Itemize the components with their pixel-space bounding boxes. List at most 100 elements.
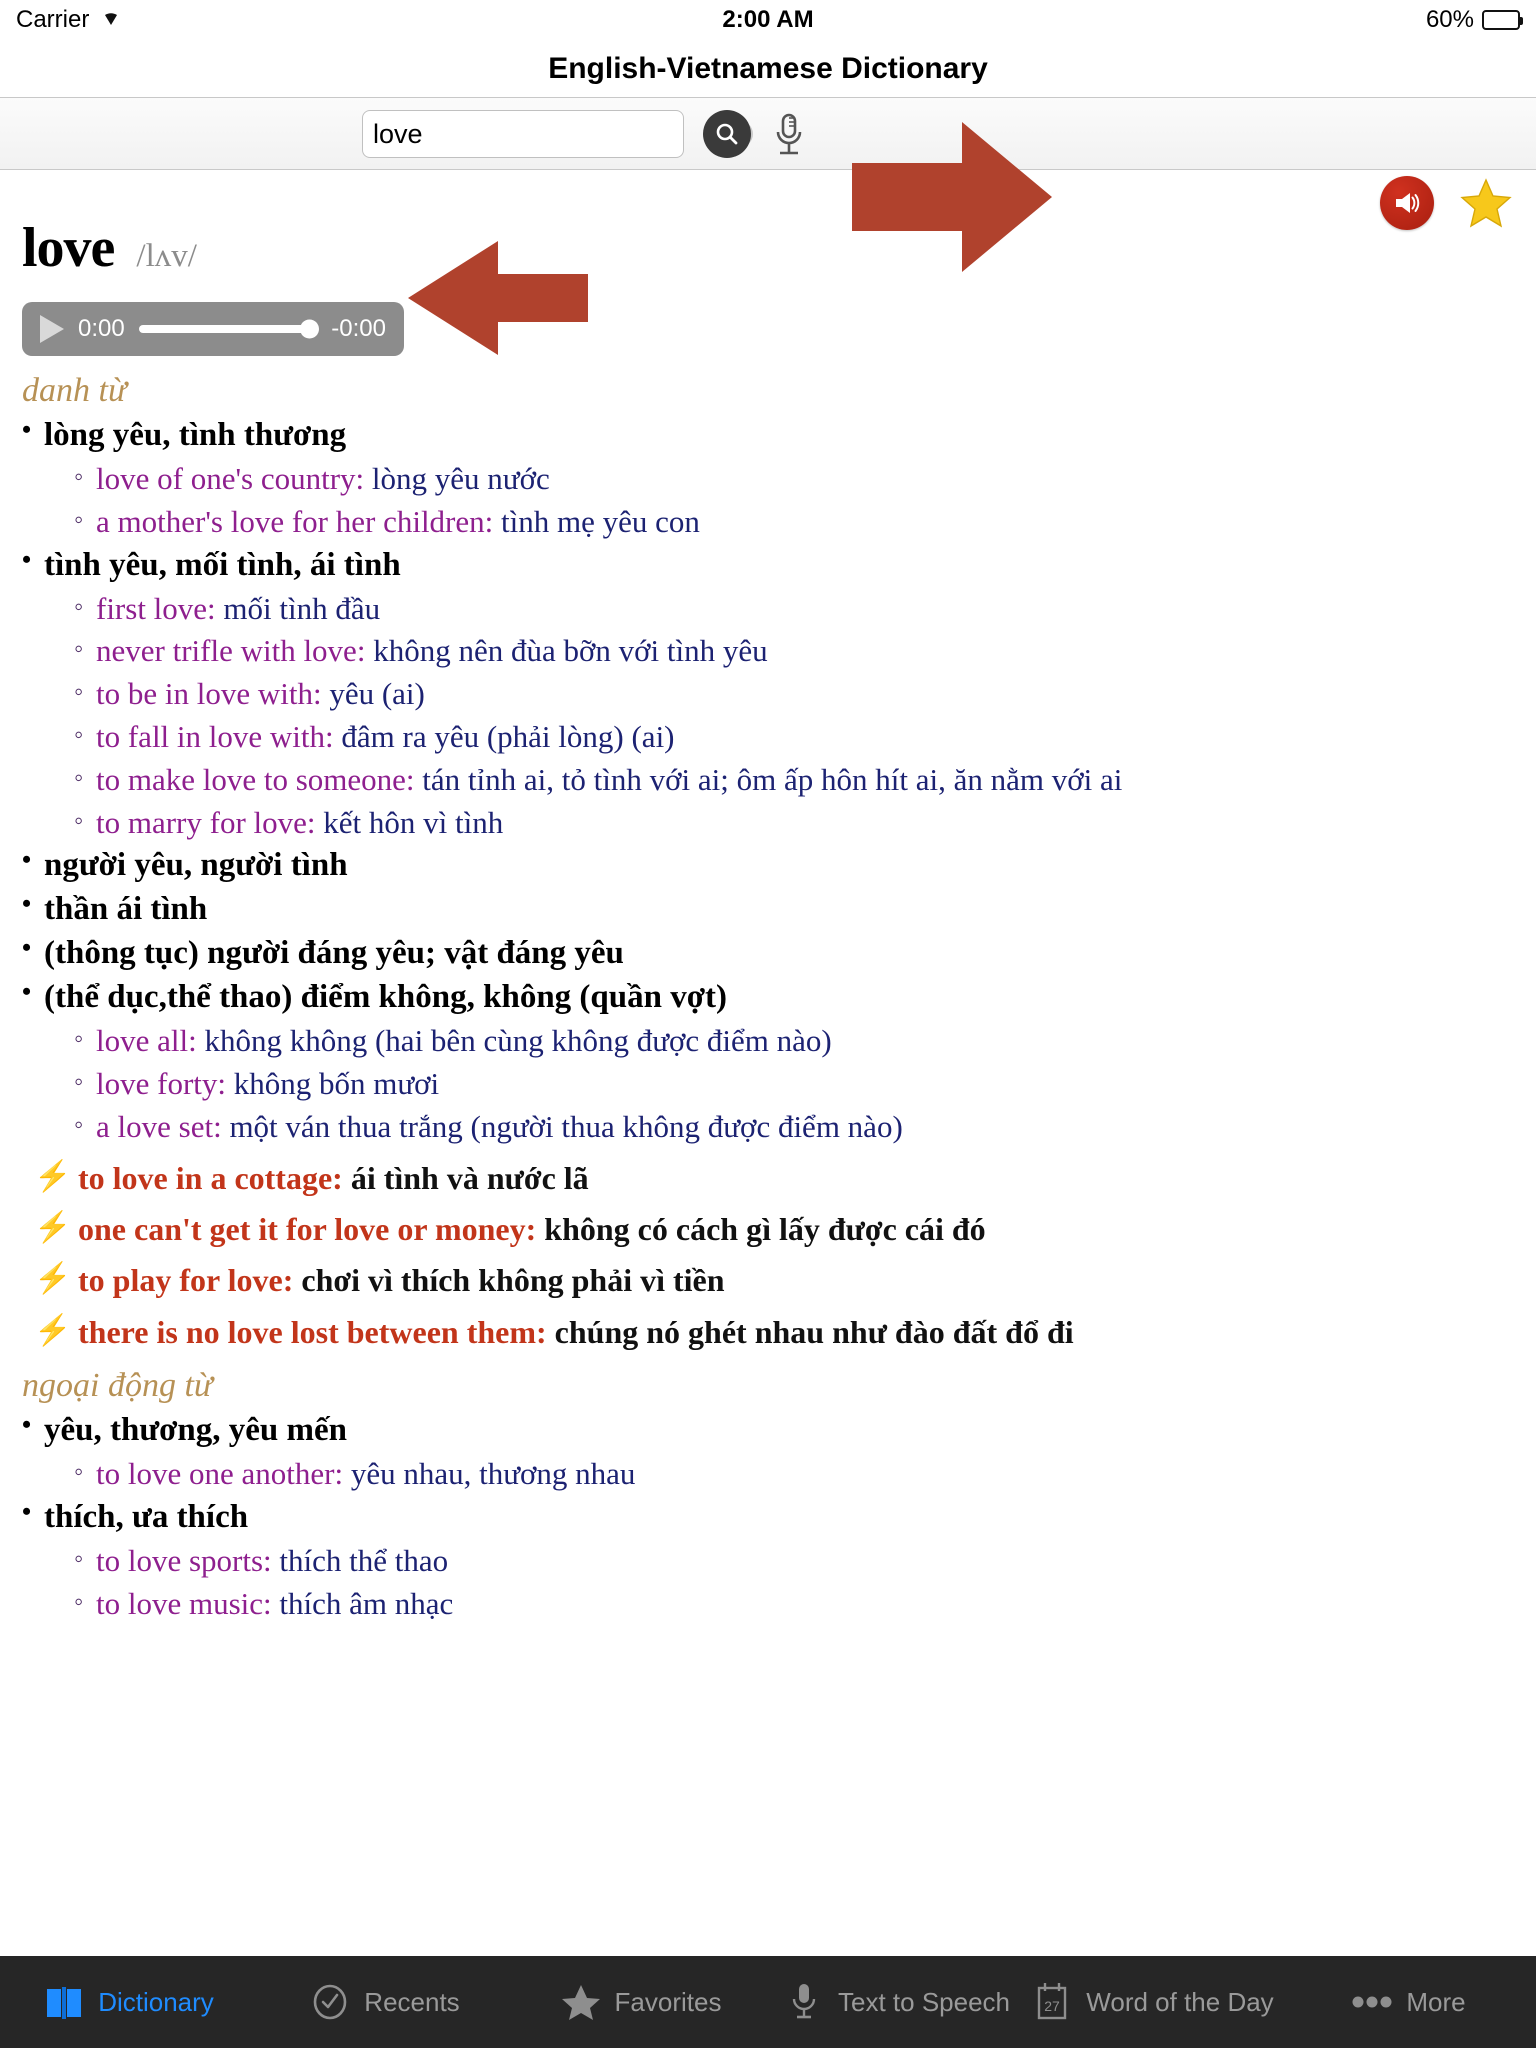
tab-text-to-speech[interactable]: Text to Speech [768,1956,1024,2048]
tab-label: Text to Speech [838,1986,1010,2017]
definition-sense: thích, ưa thích [22,1497,1526,1537]
example-vietnamese: tình mẹ yêu con [493,503,700,539]
search-bar: ✕ [0,98,1536,170]
example-line: love all: không không (hai bên cùng khôn… [22,1022,1526,1060]
example-line: to marry for love: kết hôn vì tình [22,804,1526,842]
example-english: love of one's country: [96,460,365,496]
audio-progress-knob[interactable] [300,319,320,339]
definition-sense: (thể dục,thể thao) điểm không, không (qu… [22,977,1526,1017]
lightning-bolt-icon: ⚡ [34,1210,72,1244]
tab-label: Dictionary [98,1986,214,2017]
status-bar-time: 2:00 AM [722,6,814,33]
ellipsis-icon [1350,1980,1394,2024]
example-line: to be in love with: yêu (ai) [22,675,1526,713]
example-line: first love: mối tình đầu [22,590,1526,628]
microphone-icon [782,1980,826,2024]
example-english: to make love to someone: [96,761,415,797]
example-line: a mother's love for her children: tình m… [22,503,1526,541]
battery-icon [1482,10,1523,30]
example-vietnamese: mối tình đầu [215,590,381,626]
tab-label: Word of the Day [1086,1986,1274,2017]
idiom-vietnamese: chơi vì thích không phải vì tiền [293,1262,725,1299]
idiom-line: ⚡ to love in a cottage: ái tình và nước l… [22,1159,1526,1197]
example-vietnamese: yêu (ai) [321,676,425,712]
favorite-star-button[interactable] [1460,178,1512,228]
example-english: never trifle with love: [96,633,366,669]
example-vietnamese: kết hôn vì tình [315,804,504,840]
tab-more[interactable]: More [1280,1956,1536,2048]
lightning-bolt-icon: ⚡ [34,1313,72,1347]
status-bar-left: Carrier [16,6,123,34]
battery-percent-label: 60% [1425,6,1474,33]
idiom-vietnamese: ái tình và nước lã [342,1159,589,1196]
audio-progress-slider[interactable] [138,319,320,339]
example-line: love of one's country: lòng yêu nước [22,460,1526,498]
status-bar-right: 60% [1425,6,1523,34]
definition-sense: (thông tục) người đáng yêu; vật đáng yêu [22,933,1526,973]
idiom-english: one can't get it for love or money: [78,1210,537,1247]
example-line: to love sports: thích thể thao [22,1542,1526,1580]
idiom-english: to love in a cottage: [78,1159,343,1196]
idiom-english: to play for love: [78,1262,294,1299]
phonetic-transcription: /lʌv/ [136,238,197,274]
voice-search-button[interactable] [768,110,810,160]
example-english: to love one another: [96,1456,344,1492]
example-line: to fall in love with: đâm ra yêu (phải l… [22,718,1526,756]
tab-dictionary[interactable]: Dictionary [0,1956,256,2048]
page-title: English-Vietnamese Dictionary [548,51,988,85]
speaker-icon [1396,193,1420,213]
example-english: first love: [96,590,216,626]
pronounce-speaker-button[interactable] [1380,176,1434,230]
search-input[interactable] [373,118,727,150]
microphone-icon [776,113,802,155]
example-english: a love set: [96,1108,222,1144]
example-line: a love set: một ván thua trắng (người th… [22,1108,1526,1146]
example-vietnamese: lòng yêu nước [364,460,550,496]
part-of-speech-label: ngoại động từ [22,1367,213,1405]
example-vietnamese: yêu nhau, thương nhau [343,1456,636,1492]
tab-recents[interactable]: Recents [256,1956,512,2048]
example-vietnamese: không không (hai bên cùng không được điể… [196,1023,832,1059]
play-icon[interactable] [40,315,64,343]
idiom-english: there is no love lost between them: [78,1313,547,1350]
clock-check-icon [308,1980,352,2024]
example-english: to love sports: [96,1542,272,1578]
tab-word-of-the-day[interactable]: 27 Word of the Day [1024,1956,1280,2048]
headword-row: love /lʌv/ [0,170,1536,280]
carrier-label: Carrier [16,6,90,33]
part-of-speech-label: danh từ [22,372,127,409]
example-vietnamese: thích thể thao [271,1542,449,1578]
tab-bar: Dictionary Recents Favorites Text to Spe… [0,1956,1536,2048]
star-icon [559,1980,603,2024]
idiom-vietnamese: chúng nó ghét nhau như đào đất đổ đi [546,1313,1074,1350]
definition-scroll-area[interactable]: love /lʌv/ 0:00 -0:00 danh từ lòng yêu, t… [0,170,1536,1956]
example-vietnamese: thích âm nhạc [271,1585,454,1621]
audio-player[interactable]: 0:00 -0:00 [22,302,404,356]
search-button[interactable] [703,110,751,158]
audio-elapsed-time: 0:00 [78,315,125,342]
example-line: never trifle with love: không nên đùa bỡ… [22,632,1526,670]
idiom-line: ⚡ there is no love lost between them: chú… [22,1313,1526,1351]
example-english: love all: [96,1023,197,1059]
example-line: to love music: thích âm nhạc [22,1585,1526,1623]
calendar-icon: 27 [1030,1980,1074,2024]
audio-remaining-time: -0:00 [331,315,386,342]
example-line: to love one another: yêu nhau, thương nh… [22,1455,1526,1493]
example-vietnamese: tán tỉnh ai, tỏ tình với ai; ôm ấp hôn h… [414,761,1123,797]
status-bar: Carrier 2:00 AM 60% [0,0,1536,40]
search-field[interactable]: ✕ [362,110,753,158]
star-icon [1460,178,1512,228]
example-english: to marry for love: [96,804,316,840]
example-line: to make love to someone: tán tỉnh ai, tỏ… [22,761,1526,799]
dictionary-entry-body: danh từ lòng yêu, tình thương love of one'… [0,372,1536,1622]
example-english: love forty: [96,1065,226,1101]
tab-favorites[interactable]: Favorites [512,1956,768,2048]
book-icon [42,1980,86,2024]
tab-label: More [1406,1986,1466,2017]
idiom-vietnamese: không có cách gì lấy được cái đó [536,1210,986,1247]
idiom-line: ⚡ one can't get it for love or money: khô… [22,1210,1526,1248]
example-english: to fall in love with: [96,718,334,754]
example-vietnamese: một ván thua trắng (người thua không đượ… [221,1108,903,1144]
example-vietnamese: không bốn mươi [226,1065,440,1101]
example-english: to love music: [96,1585,272,1621]
